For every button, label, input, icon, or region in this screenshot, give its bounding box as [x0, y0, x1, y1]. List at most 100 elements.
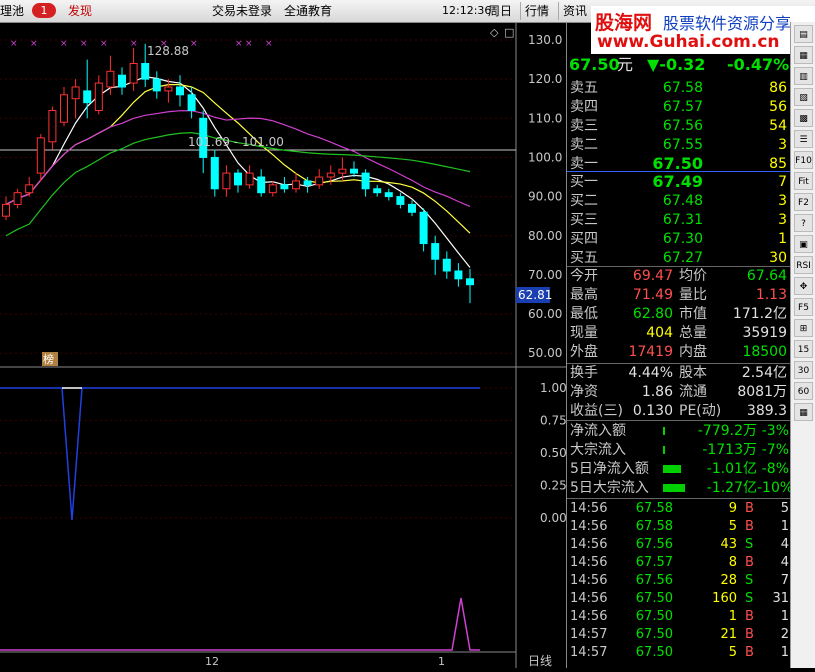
tick-price: 67.58 — [635, 519, 673, 534]
x-label-dec: 12 — [205, 655, 219, 668]
tick-side: B — [745, 555, 754, 570]
sidebar-tool-icon[interactable]: 15 — [794, 340, 813, 358]
bid-row[interactable]: 买一 67.49 7 — [567, 173, 791, 191]
sidebar-tool-icon[interactable]: F5 — [794, 298, 813, 316]
tick-price: 67.50 — [635, 591, 673, 606]
candle-body — [280, 184, 289, 190]
stat-value: 67.64 — [746, 268, 787, 284]
stat-label: 总量 — [679, 325, 707, 341]
price-tick: 90.00 — [528, 190, 562, 204]
notification-badge[interactable]: 1 — [32, 3, 56, 18]
tick-volume: 9 — [728, 501, 737, 516]
book-volume: 3 — [778, 137, 787, 153]
sidebar-tool-icon[interactable]: ✥ — [794, 277, 813, 295]
ask-row[interactable]: 卖二 67.55 3 — [567, 136, 791, 154]
stat-row: 最高 71.49 量比 1.13 — [567, 286, 791, 304]
stat-row: 现量 404 总量 35919 — [567, 324, 791, 342]
sidebar-tool-icon[interactable]: F2 — [794, 193, 813, 211]
price-tick: 100.0 — [528, 150, 562, 164]
info-button[interactable]: 资讯 — [558, 2, 591, 20]
sidebar-tool-icon[interactable]: 30 — [794, 361, 813, 379]
tick-price: 67.50 — [635, 609, 673, 624]
sidebar-tool-icon[interactable]: 60 — [794, 382, 813, 400]
tick-count: 4 — [780, 537, 789, 552]
discover-button[interactable]: 发现 — [68, 2, 92, 20]
stat-label: 量比 — [679, 287, 707, 303]
indicator-line-bottom — [0, 597, 480, 651]
sidebar-tool-icon[interactable]: ▥ — [794, 67, 813, 85]
candle-body — [303, 180, 312, 186]
bid-row[interactable]: 买二 67.48 3 — [567, 192, 791, 210]
indicator-tick: 0.75 — [540, 414, 566, 428]
tick-price: 67.58 — [635, 501, 673, 516]
ask-row[interactable]: 卖三 67.56 54 — [567, 117, 791, 135]
tick-row: 14:56 67.58 5 B 1 — [567, 518, 791, 536]
edu-link[interactable]: 全通教育 — [284, 2, 332, 20]
flow-bar — [663, 427, 665, 435]
sidebar-tool-icon[interactable]: ☰ — [794, 130, 813, 148]
price-tick: 110.0 — [528, 111, 562, 125]
diamond-icon[interactable]: ◇ — [490, 26, 499, 39]
stat-value: 71.49 — [632, 287, 673, 303]
stat-value: 171.2亿 — [732, 306, 787, 322]
book-price: 67.57 — [662, 99, 703, 115]
tick-price: 67.50 — [635, 645, 673, 660]
clock: 12:12:36 — [442, 4, 492, 17]
book-price: 67.30 — [662, 231, 703, 247]
signal-mark: × — [265, 39, 273, 49]
flow-value: -1713万 — [702, 442, 757, 458]
flow-pct: -10% — [757, 480, 794, 496]
ask-row[interactable]: 卖五 67.58 86 — [567, 79, 791, 97]
tick-volume: 160 — [712, 591, 737, 606]
book-label: 买五 — [570, 250, 598, 266]
indicator-tick: 0.50 — [540, 446, 566, 460]
sidebar-tool-icon[interactable]: ▧ — [794, 88, 813, 106]
bid-row[interactable]: 买三 67.31 3 — [567, 211, 791, 229]
sidebar-tool-icon[interactable]: ▩ — [794, 109, 813, 127]
ask-row[interactable]: 卖四 67.57 56 — [567, 98, 791, 116]
signal-mark: × — [80, 39, 88, 49]
bid-row[interactable]: 买四 67.30 1 — [567, 230, 791, 248]
book-volume: 3 — [778, 193, 787, 209]
sidebar-tool-icon[interactable]: ▦ — [794, 46, 813, 64]
book-label: 买四 — [570, 231, 598, 247]
sidebar-tool-icon[interactable]: RSI — [794, 256, 813, 274]
sidebar-tool-icon[interactable]: ⊞ — [794, 319, 813, 337]
x-label-jan: 1 — [438, 655, 445, 668]
price-change: ▼-0.32 — [647, 55, 706, 74]
stat-label: 市值 — [679, 306, 707, 322]
sidebar-tool-icon[interactable]: ▦ — [794, 403, 813, 421]
candle-body — [187, 94, 196, 111]
tick-count: 7 — [780, 573, 789, 588]
book-price: 67.48 — [662, 193, 703, 209]
period-label[interactable]: 日线 — [528, 654, 552, 668]
divider — [567, 420, 791, 421]
sidebar-tool-icon[interactable]: ? — [794, 214, 813, 232]
candle-body — [141, 62, 150, 80]
candle-body — [210, 156, 219, 190]
candle-body — [106, 70, 115, 88]
candle-body — [396, 196, 405, 205]
tick-volume: 5 — [728, 519, 737, 534]
flow-pct: -3% — [761, 423, 789, 439]
kline-chart[interactable]: × × × × × × × × × × × 130.0120.0110.0100.090.0080.… — [0, 22, 567, 668]
sidebar-tool-icon[interactable]: Fit — [794, 172, 813, 190]
flow-bar — [663, 465, 681, 473]
candle-body — [2, 203, 10, 217]
kline-chart-area[interactable]: × × × × × × × × × × × 130.0 120.0 110.0 100.0 90.00 80.… — [0, 22, 567, 668]
quote-button[interactable]: 行情 — [520, 2, 553, 20]
sidebar-tool-icon[interactable]: ▤ — [794, 25, 813, 43]
tick-price: 67.57 — [635, 555, 673, 570]
tick-count: 1 — [780, 609, 789, 624]
book-volume: 86 — [769, 80, 787, 96]
candle-body — [83, 90, 92, 104]
flow-row: 5日大宗流入 -1.27亿 -10% — [567, 479, 794, 497]
sidebar-tool-icon[interactable]: F10 — [794, 151, 813, 169]
login-status[interactable]: 交易未登录 — [212, 2, 272, 20]
window-icon[interactable]: □ — [504, 26, 514, 39]
sidebar-tool-icon[interactable]: ▣ — [794, 235, 813, 253]
candle-body — [315, 176, 324, 186]
pool-label: 理池 — [0, 4, 25, 18]
book-label: 买三 — [570, 212, 598, 228]
bid-row[interactable]: 买五 67.27 30 — [567, 249, 791, 267]
